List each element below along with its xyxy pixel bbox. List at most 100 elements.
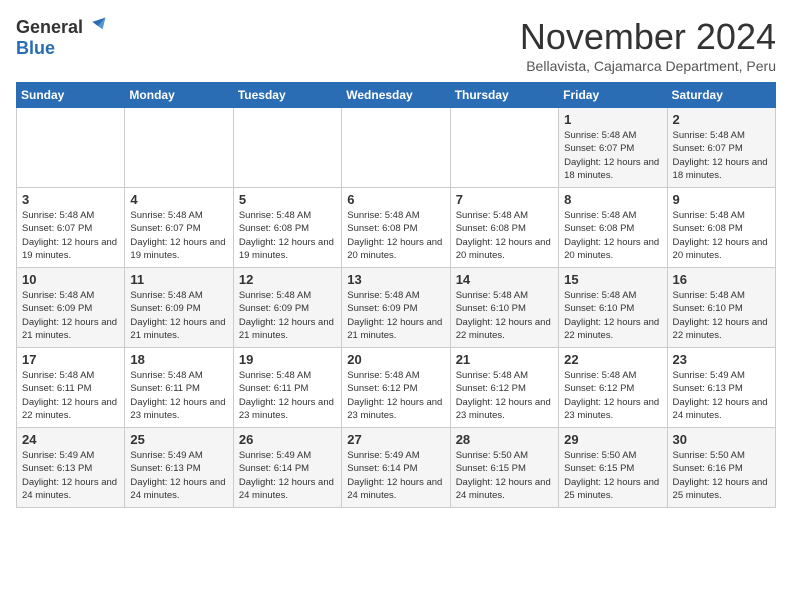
day-info: Sunrise: 5:48 AM Sunset: 6:08 PM Dayligh…: [347, 209, 444, 262]
calendar-cell: 26 Sunrise: 5:49 AM Sunset: 6:14 PM Dayli…: [233, 428, 341, 508]
day-number: 23: [673, 352, 770, 367]
day-number: 28: [456, 432, 553, 447]
day-info: Sunrise: 5:48 AM Sunset: 6:08 PM Dayligh…: [239, 209, 336, 262]
day-number: 5: [239, 192, 336, 207]
day-info: Sunrise: 5:48 AM Sunset: 6:12 PM Dayligh…: [347, 369, 444, 422]
calendar-cell: 14Sunrise: 5:48 AM Sunset: 6:10 PM Dayli…: [450, 268, 558, 348]
calendar-week-row: 3Sunrise: 5:48 AM Sunset: 6:07 PM Daylig…: [17, 188, 776, 268]
day-number: 30: [673, 432, 770, 447]
calendar-week-row: 24 Sunrise: 5:49 AM Sunset: 6:13 PM Dayli…: [17, 428, 776, 508]
calendar-cell: 24Sunrise: 5:49 AM Sunset: 6:13 PM Dayli…: [17, 428, 125, 508]
calendar-cell: 8 Sunrise: 5:48 AM Sunset: 6:08 PM Daylig…: [559, 188, 667, 268]
calendar-cell: 21Sunrise: 5:48 AM Sunset: 6:12 PM Dayli…: [450, 348, 558, 428]
calendar-cell: 17 Sunrise: 5:48 AM Sunset: 6:11 PM Dayli…: [17, 348, 125, 428]
day-info: Sunrise: 5:48 AM Sunset: 6:07 PM Dayligh…: [22, 209, 119, 262]
logo-general-text: General: [16, 17, 83, 38]
calendar-cell: 7 Sunrise: 5:48 AM Sunset: 6:08 PM Daylig…: [450, 188, 558, 268]
day-info: Sunrise: 5:48 AM Sunset: 6:12 PM Dayligh…: [456, 369, 553, 422]
day-info: Sunrise: 5:48 AM Sunset: 6:11 PM Dayligh…: [22, 369, 119, 422]
month-title: November 2024: [520, 16, 776, 58]
day-number: 4: [130, 192, 227, 207]
day-info: Sunrise: 5:48 AM Sunset: 6:10 PM Dayligh…: [564, 289, 661, 342]
col-header-sunday: Sunday: [17, 83, 125, 108]
calendar-week-row: 1 Sunrise: 5:48 AM Sunset: 6:07 PM Daylig…: [17, 108, 776, 188]
title-block: November 2024 Bellavista, Cajamarca Depa…: [520, 16, 776, 74]
logo-blue-text: Blue: [16, 38, 55, 59]
calendar-cell: [17, 108, 125, 188]
day-number: 8: [564, 192, 661, 207]
day-number: 22: [564, 352, 661, 367]
day-info: Sunrise: 5:49 AM Sunset: 6:14 PM Dayligh…: [347, 449, 444, 502]
calendar-cell: [125, 108, 233, 188]
col-header-monday: Monday: [125, 83, 233, 108]
day-number: 25: [130, 432, 227, 447]
day-number: 16: [673, 272, 770, 287]
calendar-cell: 19Sunrise: 5:48 AM Sunset: 6:11 PM Dayli…: [233, 348, 341, 428]
calendar-cell: [450, 108, 558, 188]
day-info: Sunrise: 5:50 AM Sunset: 6:15 PM Dayligh…: [564, 449, 661, 502]
day-info: Sunrise: 5:48 AM Sunset: 6:08 PM Dayligh…: [564, 209, 661, 262]
day-number: 26: [239, 432, 336, 447]
calendar-cell: 29 Sunrise: 5:50 AM Sunset: 6:15 PM Dayli…: [559, 428, 667, 508]
calendar-cell: 9 Sunrise: 5:48 AM Sunset: 6:08 PM Daylig…: [667, 188, 775, 268]
day-info: Sunrise: 5:48 AM Sunset: 6:08 PM Dayligh…: [456, 209, 553, 262]
calendar-cell: 28 Sunrise: 5:50 AM Sunset: 6:15 PM Dayli…: [450, 428, 558, 508]
calendar-cell: 20 Sunrise: 5:48 AM Sunset: 6:12 PM Dayli…: [342, 348, 450, 428]
day-info: Sunrise: 5:49 AM Sunset: 6:13 PM Dayligh…: [130, 449, 227, 502]
calendar-cell: 22 Sunrise: 5:48 AM Sunset: 6:12 PM Dayli…: [559, 348, 667, 428]
day-number: 19: [239, 352, 336, 367]
day-number: 12: [239, 272, 336, 287]
calendar-cell: 2 Sunrise: 5:48 AM Sunset: 6:07 PM Daylig…: [667, 108, 775, 188]
day-info: Sunrise: 5:48 AM Sunset: 6:07 PM Dayligh…: [564, 129, 661, 182]
col-header-friday: Friday: [559, 83, 667, 108]
logo-bird-icon: [85, 16, 107, 38]
calendar-cell: 10 Sunrise: 5:48 AM Sunset: 6:09 PM Dayli…: [17, 268, 125, 348]
calendar-cell: 18Sunrise: 5:48 AM Sunset: 6:11 PM Dayli…: [125, 348, 233, 428]
day-number: 6: [347, 192, 444, 207]
day-info: Sunrise: 5:48 AM Sunset: 6:11 PM Dayligh…: [130, 369, 227, 422]
day-number: 2: [673, 112, 770, 127]
day-info: Sunrise: 5:48 AM Sunset: 6:07 PM Dayligh…: [130, 209, 227, 262]
day-number: 10: [22, 272, 119, 287]
day-number: 11: [130, 272, 227, 287]
day-info: Sunrise: 5:48 AM Sunset: 6:09 PM Dayligh…: [130, 289, 227, 342]
col-header-tuesday: Tuesday: [233, 83, 341, 108]
day-info: Sunrise: 5:49 AM Sunset: 6:14 PM Dayligh…: [239, 449, 336, 502]
calendar-table: SundayMondayTuesdayWednesdayThursdayFrid…: [16, 82, 776, 508]
calendar-cell: 25 Sunrise: 5:49 AM Sunset: 6:13 PM Dayli…: [125, 428, 233, 508]
day-info: Sunrise: 5:48 AM Sunset: 6:12 PM Dayligh…: [564, 369, 661, 422]
day-info: Sunrise: 5:48 AM Sunset: 6:10 PM Dayligh…: [673, 289, 770, 342]
calendar-cell: 3Sunrise: 5:48 AM Sunset: 6:07 PM Daylig…: [17, 188, 125, 268]
day-number: 20: [347, 352, 444, 367]
calendar-cell: [233, 108, 341, 188]
day-number: 17: [22, 352, 119, 367]
calendar-cell: 6 Sunrise: 5:48 AM Sunset: 6:08 PM Daylig…: [342, 188, 450, 268]
col-header-thursday: Thursday: [450, 83, 558, 108]
day-number: 9: [673, 192, 770, 207]
day-number: 13: [347, 272, 444, 287]
day-info: Sunrise: 5:50 AM Sunset: 6:16 PM Dayligh…: [673, 449, 770, 502]
day-info: Sunrise: 5:48 AM Sunset: 6:07 PM Dayligh…: [673, 129, 770, 182]
calendar-cell: 5 Sunrise: 5:48 AM Sunset: 6:08 PM Daylig…: [233, 188, 341, 268]
calendar-cell: 15 Sunrise: 5:48 AM Sunset: 6:10 PM Dayli…: [559, 268, 667, 348]
calendar-cell: 27Sunrise: 5:49 AM Sunset: 6:14 PM Dayli…: [342, 428, 450, 508]
day-number: 15: [564, 272, 661, 287]
calendar-cell: 1 Sunrise: 5:48 AM Sunset: 6:07 PM Daylig…: [559, 108, 667, 188]
calendar-cell: 12 Sunrise: 5:48 AM Sunset: 6:09 PM Dayli…: [233, 268, 341, 348]
day-info: Sunrise: 5:48 AM Sunset: 6:09 PM Dayligh…: [22, 289, 119, 342]
calendar-week-row: 17 Sunrise: 5:48 AM Sunset: 6:11 PM Dayli…: [17, 348, 776, 428]
day-number: 1: [564, 112, 661, 127]
calendar-cell: 13 Sunrise: 5:48 AM Sunset: 6:09 PM Dayli…: [342, 268, 450, 348]
page-header: General Blue November 2024 Bellavista, C…: [16, 16, 776, 74]
day-number: 7: [456, 192, 553, 207]
col-header-wednesday: Wednesday: [342, 83, 450, 108]
calendar-cell: [342, 108, 450, 188]
day-info: Sunrise: 5:48 AM Sunset: 6:10 PM Dayligh…: [456, 289, 553, 342]
day-info: Sunrise: 5:50 AM Sunset: 6:15 PM Dayligh…: [456, 449, 553, 502]
day-number: 29: [564, 432, 661, 447]
calendar-cell: 23Sunrise: 5:49 AM Sunset: 6:13 PM Dayli…: [667, 348, 775, 428]
day-info: Sunrise: 5:48 AM Sunset: 6:09 PM Dayligh…: [239, 289, 336, 342]
day-info: Sunrise: 5:48 AM Sunset: 6:08 PM Dayligh…: [673, 209, 770, 262]
day-info: Sunrise: 5:48 AM Sunset: 6:09 PM Dayligh…: [347, 289, 444, 342]
day-number: 24: [22, 432, 119, 447]
